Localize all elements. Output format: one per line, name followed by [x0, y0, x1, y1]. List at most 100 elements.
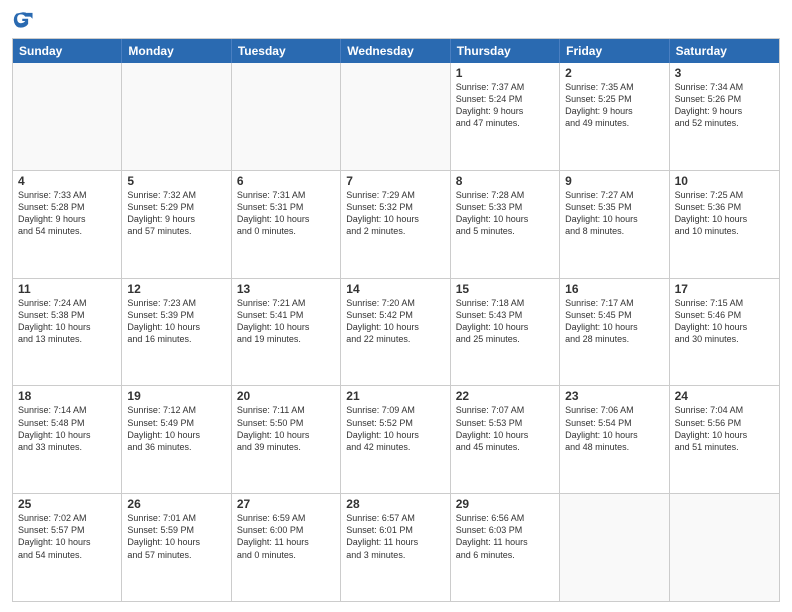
calendar-cell — [13, 63, 122, 170]
calendar-cell: 3Sunrise: 7:34 AM Sunset: 5:26 PM Daylig… — [670, 63, 779, 170]
cell-text: Sunrise: 7:24 AM Sunset: 5:38 PM Dayligh… — [18, 297, 116, 346]
calendar-cell: 26Sunrise: 7:01 AM Sunset: 5:59 PM Dayli… — [122, 494, 231, 601]
day-number: 9 — [565, 174, 663, 188]
calendar-cell: 15Sunrise: 7:18 AM Sunset: 5:43 PM Dayli… — [451, 279, 560, 386]
day-number: 16 — [565, 282, 663, 296]
calendar-cell: 18Sunrise: 7:14 AM Sunset: 5:48 PM Dayli… — [13, 386, 122, 493]
calendar-cell — [560, 494, 669, 601]
cell-text: Sunrise: 7:06 AM Sunset: 5:54 PM Dayligh… — [565, 404, 663, 453]
cell-text: Sunrise: 7:25 AM Sunset: 5:36 PM Dayligh… — [675, 189, 774, 238]
calendar-cell: 13Sunrise: 7:21 AM Sunset: 5:41 PM Dayli… — [232, 279, 341, 386]
calendar-header-cell: Monday — [122, 39, 231, 63]
cell-text: Sunrise: 7:35 AM Sunset: 5:25 PM Dayligh… — [565, 81, 663, 130]
calendar-cell: 1Sunrise: 7:37 AM Sunset: 5:24 PM Daylig… — [451, 63, 560, 170]
cell-text: Sunrise: 7:15 AM Sunset: 5:46 PM Dayligh… — [675, 297, 774, 346]
calendar-row: 25Sunrise: 7:02 AM Sunset: 5:57 PM Dayli… — [13, 493, 779, 601]
day-number: 12 — [127, 282, 225, 296]
cell-text: Sunrise: 7:04 AM Sunset: 5:56 PM Dayligh… — [675, 404, 774, 453]
calendar-cell: 23Sunrise: 7:06 AM Sunset: 5:54 PM Dayli… — [560, 386, 669, 493]
cell-text: Sunrise: 7:32 AM Sunset: 5:29 PM Dayligh… — [127, 189, 225, 238]
logo — [12, 10, 38, 32]
page: SundayMondayTuesdayWednesdayThursdayFrid… — [0, 0, 792, 612]
cell-text: Sunrise: 7:23 AM Sunset: 5:39 PM Dayligh… — [127, 297, 225, 346]
cell-text: Sunrise: 7:12 AM Sunset: 5:49 PM Dayligh… — [127, 404, 225, 453]
cell-text: Sunrise: 7:02 AM Sunset: 5:57 PM Dayligh… — [18, 512, 116, 561]
calendar-header-row: SundayMondayTuesdayWednesdayThursdayFrid… — [13, 39, 779, 63]
cell-text: Sunrise: 7:14 AM Sunset: 5:48 PM Dayligh… — [18, 404, 116, 453]
header — [12, 10, 780, 32]
calendar-cell: 27Sunrise: 6:59 AM Sunset: 6:00 PM Dayli… — [232, 494, 341, 601]
calendar-cell: 11Sunrise: 7:24 AM Sunset: 5:38 PM Dayli… — [13, 279, 122, 386]
day-number: 1 — [456, 66, 554, 80]
cell-text: Sunrise: 7:09 AM Sunset: 5:52 PM Dayligh… — [346, 404, 444, 453]
cell-text: Sunrise: 7:21 AM Sunset: 5:41 PM Dayligh… — [237, 297, 335, 346]
day-number: 11 — [18, 282, 116, 296]
calendar-cell — [122, 63, 231, 170]
calendar-cell: 10Sunrise: 7:25 AM Sunset: 5:36 PM Dayli… — [670, 171, 779, 278]
calendar-cell: 17Sunrise: 7:15 AM Sunset: 5:46 PM Dayli… — [670, 279, 779, 386]
calendar-cell: 24Sunrise: 7:04 AM Sunset: 5:56 PM Dayli… — [670, 386, 779, 493]
day-number: 4 — [18, 174, 116, 188]
day-number: 14 — [346, 282, 444, 296]
cell-text: Sunrise: 7:27 AM Sunset: 5:35 PM Dayligh… — [565, 189, 663, 238]
cell-text: Sunrise: 6:56 AM Sunset: 6:03 PM Dayligh… — [456, 512, 554, 561]
cell-text: Sunrise: 7:17 AM Sunset: 5:45 PM Dayligh… — [565, 297, 663, 346]
calendar-cell: 25Sunrise: 7:02 AM Sunset: 5:57 PM Dayli… — [13, 494, 122, 601]
calendar-body: 1Sunrise: 7:37 AM Sunset: 5:24 PM Daylig… — [13, 63, 779, 601]
cell-text: Sunrise: 7:29 AM Sunset: 5:32 PM Dayligh… — [346, 189, 444, 238]
calendar-cell: 7Sunrise: 7:29 AM Sunset: 5:32 PM Daylig… — [341, 171, 450, 278]
day-number: 20 — [237, 389, 335, 403]
calendar-cell: 28Sunrise: 6:57 AM Sunset: 6:01 PM Dayli… — [341, 494, 450, 601]
calendar-cell: 22Sunrise: 7:07 AM Sunset: 5:53 PM Dayli… — [451, 386, 560, 493]
calendar-cell: 20Sunrise: 7:11 AM Sunset: 5:50 PM Dayli… — [232, 386, 341, 493]
cell-text: Sunrise: 6:57 AM Sunset: 6:01 PM Dayligh… — [346, 512, 444, 561]
day-number: 17 — [675, 282, 774, 296]
day-number: 21 — [346, 389, 444, 403]
calendar-cell — [232, 63, 341, 170]
day-number: 7 — [346, 174, 444, 188]
calendar-row: 1Sunrise: 7:37 AM Sunset: 5:24 PM Daylig… — [13, 63, 779, 170]
day-number: 15 — [456, 282, 554, 296]
calendar-row: 11Sunrise: 7:24 AM Sunset: 5:38 PM Dayli… — [13, 278, 779, 386]
calendar-row: 18Sunrise: 7:14 AM Sunset: 5:48 PM Dayli… — [13, 385, 779, 493]
day-number: 10 — [675, 174, 774, 188]
calendar-cell — [670, 494, 779, 601]
cell-text: Sunrise: 7:11 AM Sunset: 5:50 PM Dayligh… — [237, 404, 335, 453]
calendar-header-cell: Wednesday — [341, 39, 450, 63]
day-number: 22 — [456, 389, 554, 403]
day-number: 24 — [675, 389, 774, 403]
calendar-header-cell: Saturday — [670, 39, 779, 63]
calendar-header-cell: Thursday — [451, 39, 560, 63]
cell-text: Sunrise: 7:18 AM Sunset: 5:43 PM Dayligh… — [456, 297, 554, 346]
calendar-cell: 14Sunrise: 7:20 AM Sunset: 5:42 PM Dayli… — [341, 279, 450, 386]
calendar-cell: 6Sunrise: 7:31 AM Sunset: 5:31 PM Daylig… — [232, 171, 341, 278]
day-number: 27 — [237, 497, 335, 511]
calendar-cell: 4Sunrise: 7:33 AM Sunset: 5:28 PM Daylig… — [13, 171, 122, 278]
calendar-cell — [341, 63, 450, 170]
calendar-header-cell: Sunday — [13, 39, 122, 63]
cell-text: Sunrise: 7:28 AM Sunset: 5:33 PM Dayligh… — [456, 189, 554, 238]
day-number: 23 — [565, 389, 663, 403]
cell-text: Sunrise: 7:34 AM Sunset: 5:26 PM Dayligh… — [675, 81, 774, 130]
calendar-header-cell: Tuesday — [232, 39, 341, 63]
calendar-cell: 9Sunrise: 7:27 AM Sunset: 5:35 PM Daylig… — [560, 171, 669, 278]
calendar-cell: 2Sunrise: 7:35 AM Sunset: 5:25 PM Daylig… — [560, 63, 669, 170]
calendar-cell: 19Sunrise: 7:12 AM Sunset: 5:49 PM Dayli… — [122, 386, 231, 493]
cell-text: Sunrise: 7:31 AM Sunset: 5:31 PM Dayligh… — [237, 189, 335, 238]
cell-text: Sunrise: 7:37 AM Sunset: 5:24 PM Dayligh… — [456, 81, 554, 130]
calendar-cell: 16Sunrise: 7:17 AM Sunset: 5:45 PM Dayli… — [560, 279, 669, 386]
day-number: 18 — [18, 389, 116, 403]
calendar-cell: 12Sunrise: 7:23 AM Sunset: 5:39 PM Dayli… — [122, 279, 231, 386]
day-number: 29 — [456, 497, 554, 511]
calendar-cell: 8Sunrise: 7:28 AM Sunset: 5:33 PM Daylig… — [451, 171, 560, 278]
logo-icon — [12, 10, 34, 32]
cell-text: Sunrise: 7:20 AM Sunset: 5:42 PM Dayligh… — [346, 297, 444, 346]
day-number: 6 — [237, 174, 335, 188]
day-number: 28 — [346, 497, 444, 511]
cell-text: Sunrise: 7:07 AM Sunset: 5:53 PM Dayligh… — [456, 404, 554, 453]
day-number: 13 — [237, 282, 335, 296]
cell-text: Sunrise: 6:59 AM Sunset: 6:00 PM Dayligh… — [237, 512, 335, 561]
day-number: 2 — [565, 66, 663, 80]
day-number: 5 — [127, 174, 225, 188]
day-number: 3 — [675, 66, 774, 80]
